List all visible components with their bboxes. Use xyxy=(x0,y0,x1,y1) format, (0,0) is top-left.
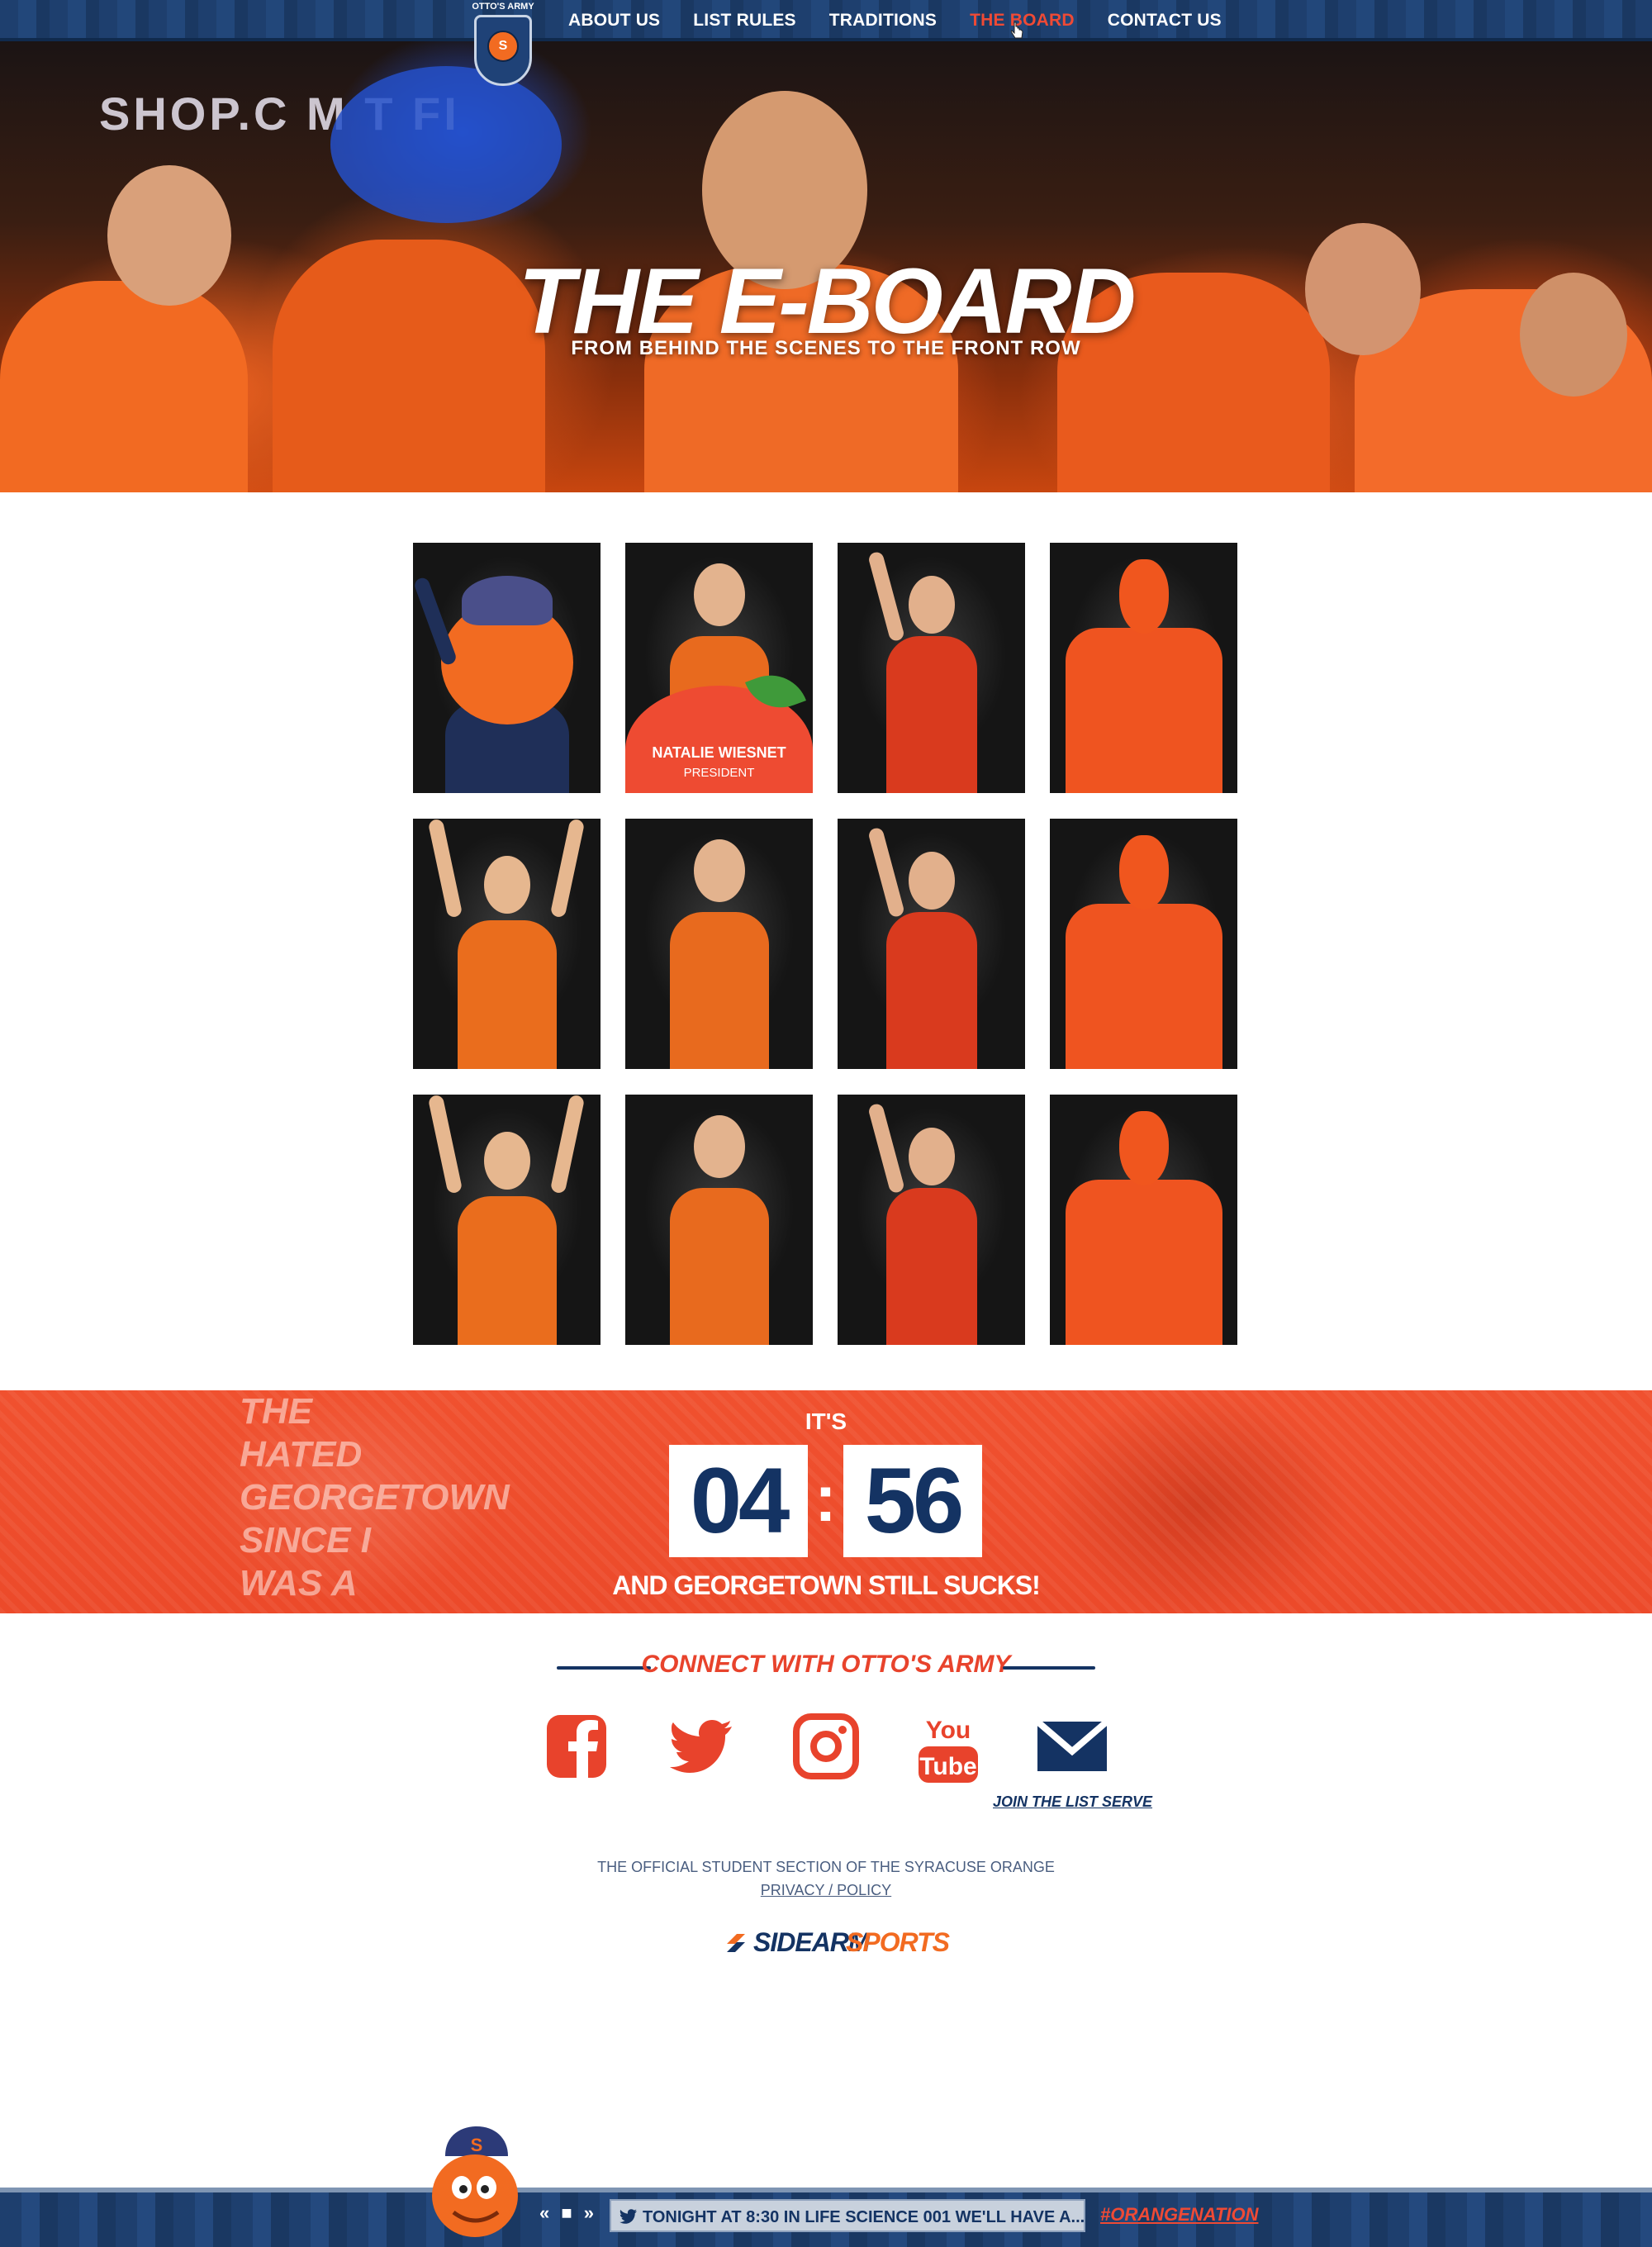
main-nav: ABOUT US LIST RULES TRADITIONS THE BOARD… xyxy=(568,0,1222,41)
member-head xyxy=(693,839,745,902)
member-arm xyxy=(549,819,586,919)
mascot-arm xyxy=(413,576,458,667)
heading-rule-right xyxy=(1003,1666,1095,1670)
board-member-card[interactable]: NATALIE WIESNET PRESIDENT xyxy=(625,543,813,793)
member-head xyxy=(483,856,530,914)
youtube-word-top: You xyxy=(926,1717,971,1744)
member-jersey xyxy=(885,912,977,1069)
logo-tag: OTTO'S ARMY xyxy=(472,2,534,12)
member-arm xyxy=(867,826,905,919)
twitter-icon xyxy=(620,2209,637,2224)
top-navigation-bar: ABOUT US LIST RULES TRADITIONS THE BOARD… xyxy=(0,0,1652,41)
nav-traditions[interactable]: TRADITIONS xyxy=(829,11,937,31)
member-jersey xyxy=(457,920,557,1069)
member-jersey xyxy=(885,1188,977,1345)
member-head xyxy=(908,576,955,634)
youtube-icon[interactable]: You Tube xyxy=(917,1713,980,1783)
board-member-grid: NATALIE WIESNET PRESIDENT xyxy=(413,543,1237,1345)
countdown-prefix: IT'S xyxy=(805,1409,847,1434)
logo-mascot-face: S xyxy=(487,31,519,62)
board-member-card[interactable] xyxy=(838,543,1025,793)
connect-title: CONNECT WITH OTTO'S ARMY xyxy=(641,1651,1011,1678)
ticker-controls[interactable]: « ■ » xyxy=(539,2202,597,2224)
member-shirt xyxy=(1065,904,1222,1069)
member-head xyxy=(908,1128,955,1185)
hero-banner: SHOP.C M T FI THE E-BOARD FROM BEHIND TH… xyxy=(0,41,1652,492)
join-list-serve-link[interactable]: JOIN THE LIST SERVE xyxy=(993,1793,1152,1811)
nav-list-rules[interactable]: LIST RULES xyxy=(693,11,796,31)
svg-text:S: S xyxy=(471,2135,483,2155)
member-role: PRESIDENT xyxy=(683,766,755,780)
sidearm-chevron-icon xyxy=(727,1934,745,1952)
member-head xyxy=(483,1132,530,1190)
twitter-icon[interactable] xyxy=(669,1713,735,1779)
logo-letter: S xyxy=(498,39,508,53)
mascot-hat xyxy=(461,576,553,625)
board-member-card[interactable] xyxy=(413,1095,601,1345)
batman-mask xyxy=(1118,559,1169,634)
board-member-card[interactable] xyxy=(1050,1095,1237,1345)
ottos-army-logo[interactable]: OTTO'S ARMY S xyxy=(471,0,535,93)
board-member-card[interactable] xyxy=(625,1095,813,1345)
sports-word: SPORTS xyxy=(846,1927,950,1957)
facebook-icon[interactable] xyxy=(545,1713,608,1779)
member-shirt xyxy=(1065,628,1222,793)
nav-about-us[interactable]: ABOUT US xyxy=(568,11,660,31)
countdown-hours: 04 xyxy=(669,1445,808,1557)
page-subtitle: FROM BEHIND THE SCENES TO THE FRONT ROW xyxy=(571,337,1081,359)
board-member-card[interactable] xyxy=(413,819,601,1069)
member-arm xyxy=(427,1095,463,1195)
footer-tagline: THE OFFICIAL STUDENT SECTION OF THE SYRA… xyxy=(597,1859,1055,1875)
member-arm xyxy=(867,1102,905,1195)
hashtag-link[interactable]: #ORANGENATION xyxy=(1100,2204,1259,2226)
member-head xyxy=(693,563,745,626)
member-name: NATALIE WIESNET xyxy=(652,744,786,761)
news-ticker[interactable]: TONIGHT AT 8:30 IN LIFE SCIENCE 001 WE'L… xyxy=(610,2199,1085,2232)
board-member-card[interactable] xyxy=(625,819,813,1069)
board-member-card[interactable] xyxy=(1050,819,1237,1069)
batman-mask xyxy=(1118,1111,1169,1185)
member-shirt xyxy=(1065,1180,1222,1345)
youtube-word-bottom: Tube xyxy=(919,1753,976,1780)
connect-heading: CONNECT WITH OTTO'S ARMY xyxy=(0,1651,1652,1684)
board-member-card[interactable] xyxy=(838,819,1025,1069)
otto-mascot-icon: S xyxy=(432,2126,518,2237)
member-shirt xyxy=(669,912,769,1069)
member-head xyxy=(908,852,955,910)
member-shirt xyxy=(669,1188,769,1345)
board-member-card[interactable] xyxy=(1050,543,1237,793)
sidearm-sports-logo[interactable]: SIDEARM SPORTS xyxy=(724,1927,950,1957)
member-jersey xyxy=(885,636,977,793)
member-arm xyxy=(867,550,905,643)
instagram-icon[interactable] xyxy=(793,1713,859,1779)
member-arm xyxy=(549,1095,586,1195)
countdown-separator: : xyxy=(814,1461,837,1535)
privacy-policy-link[interactable]: PRIVACY / POLICY xyxy=(0,1882,1652,1899)
batman-mask xyxy=(1118,835,1169,910)
board-member-card[interactable] xyxy=(838,1095,1025,1345)
countdown-banner: THE HATED GEORGETOWN SINCE I WAS A LITTL… xyxy=(0,1390,1652,1613)
ticker-text: TONIGHT AT 8:30 IN LIFE SCIENCE 001 WE'L… xyxy=(643,2208,1085,2226)
member-head xyxy=(693,1115,745,1178)
member-jersey xyxy=(457,1196,557,1345)
ticker-top-stripe xyxy=(0,2188,1652,2192)
board-member-card[interactable] xyxy=(413,543,601,793)
member-arm xyxy=(427,819,463,919)
nav-contact-us[interactable]: CONTACT US xyxy=(1108,11,1222,31)
email-icon[interactable] xyxy=(1034,1713,1110,1779)
countdown-minutes: 56 xyxy=(843,1445,982,1557)
countdown-suffix: AND GEORGETOWN STILL SUCKS! xyxy=(612,1570,1041,1600)
pointer-cursor-icon xyxy=(1011,21,1023,39)
logo-shield: S xyxy=(474,15,532,86)
